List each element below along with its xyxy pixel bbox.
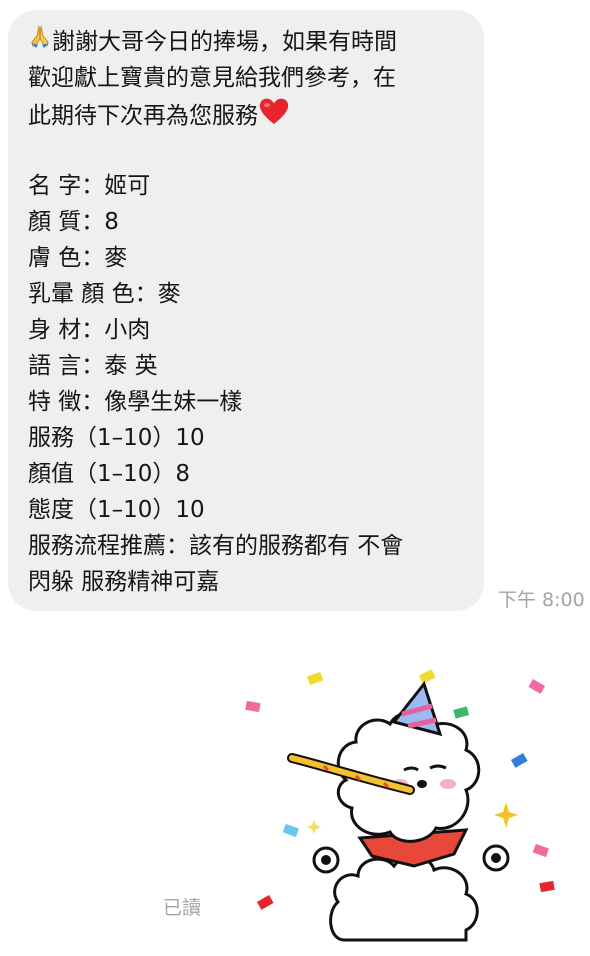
folded-hands-icon [28, 24, 52, 61]
read-status: 已讀 [163, 897, 202, 919]
message-line-skin: 膚 色：麥 [28, 245, 128, 271]
message-line-recommend-cont: 閃躲 服務精神可嘉 [28, 569, 220, 595]
message-line-attitude: 態度（1–10）10 [28, 497, 205, 523]
message-line-service: 服務（1–10）10 [28, 425, 205, 451]
message-bubble[interactable]: 謝謝大哥今日的捧場，如果有時間 歡迎獻上寶貴的意見給我們參考，在 此期待下次再為… [8, 10, 484, 611]
message-line-name: 名 字：姬可 [28, 173, 151, 199]
message-line-1: 謝謝大哥今日的捧場，如果有時間 [28, 24, 468, 60]
message-line-color: 乳暈 顏 色：麥 [28, 281, 181, 307]
message-line-looks-score: 顏值（1–10）8 [28, 461, 191, 487]
message-timestamp: 下午 8:00 [498, 589, 585, 611]
party-bear-sticker-icon[interactable] [234, 650, 584, 950]
message-line-language: 語 言：泰 英 [28, 353, 158, 379]
red-heart-icon [258, 96, 290, 137]
message-line-2: 歡迎獻上寶貴的意見給我們參考，在 [28, 65, 396, 91]
message-line-looks: 顏 質：8 [28, 209, 119, 235]
message-line-recommend: 服務流程推薦：該有的服務都有 不會 [28, 533, 404, 559]
message-line-3: 此期待下次再為您服務 [28, 96, 468, 132]
message-line-feature: 特 徵：像學生妹一樣 [28, 389, 243, 415]
message-line-body: 身 材：小肉 [28, 317, 151, 343]
